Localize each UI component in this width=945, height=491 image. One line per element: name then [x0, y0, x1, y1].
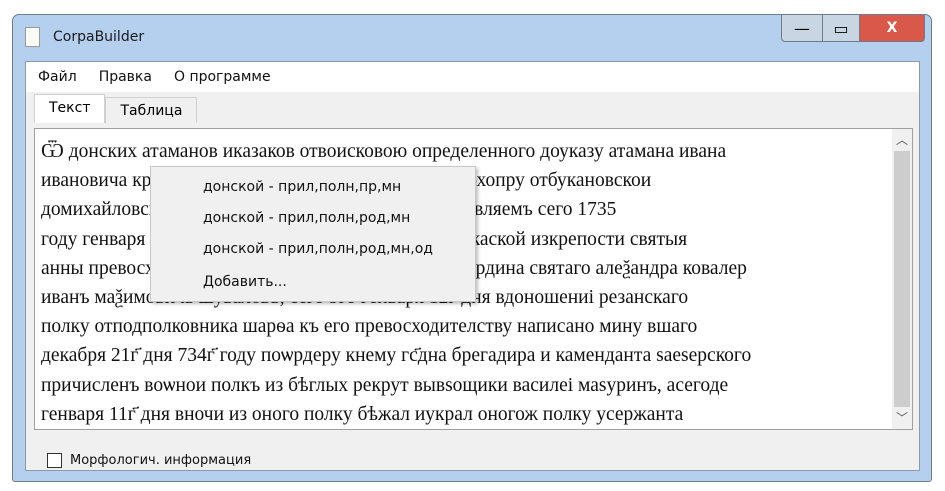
scroll-thumb[interactable] — [894, 151, 910, 407]
menu-about[interactable]: О программе — [174, 69, 271, 85]
checkbox-box[interactable] — [47, 453, 62, 468]
text-line: полку отподполковника шарѳа къ его прево… — [41, 316, 698, 338]
minimize-button[interactable]: — — [781, 15, 823, 42]
menu-file[interactable]: Файл — [38, 69, 77, 85]
scroll-up-icon[interactable]: ︿ — [892, 129, 912, 151]
scroll-down-icon[interactable]: ﹀ — [892, 407, 912, 429]
context-menu-item[interactable]: донской - прил,полн,род,мн,од — [203, 241, 433, 257]
window-title: CorpaBuilder — [53, 29, 145, 45]
text-line: генваря 11г҃ дня вночи из оного полку бѣ… — [41, 403, 684, 425]
tab-table[interactable]: Таблица — [105, 97, 198, 123]
menu-bar: Файл Правка О программе — [26, 62, 919, 92]
vertical-scrollbar[interactable]: ︿ ﹀ — [892, 129, 912, 429]
tab-text[interactable]: Текст — [34, 94, 106, 123]
context-menu-add[interactable]: Добавить... — [203, 274, 287, 290]
morph-info-checkbox[interactable]: Морфологич. информация — [47, 453, 251, 468]
close-button[interactable]: X — [860, 15, 925, 42]
maximize-button[interactable]: ▭ — [823, 15, 860, 42]
menu-edit[interactable]: Правка — [99, 69, 152, 85]
context-menu-item[interactable]: донской - прил,полн,род,мн — [203, 210, 410, 226]
context-menu: донской - прил,полн,пр,мн донской - прил… — [150, 166, 476, 302]
text-line: декабря 21г҃ дня 734г҃ году поѡрдеру кне… — [41, 345, 752, 367]
text-line: Ѿ донских атаманов иказаков отвоисковою … — [41, 141, 727, 162]
document-icon — [25, 27, 40, 47]
checkbox-label: Морфологич. информация — [70, 453, 252, 468]
context-menu-item[interactable]: донской - прил,полн,пр,мн — [203, 179, 401, 195]
text-line: причисленъ воѡнои полкъ из бѣглых рекрут… — [41, 374, 729, 396]
